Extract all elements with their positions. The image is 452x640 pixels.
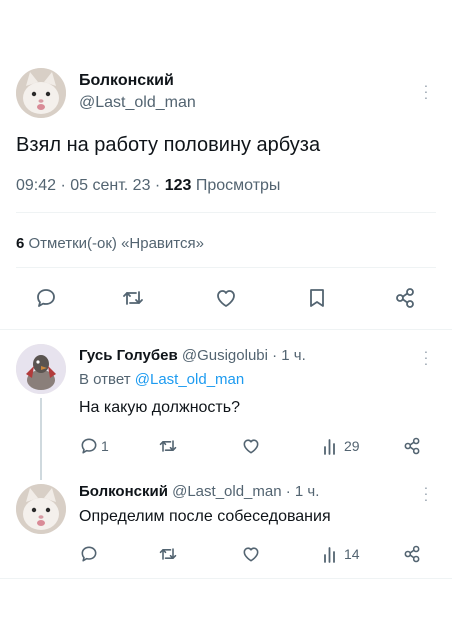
- tweet-meta: 09:42 · 05 сент. 23 · 123 Просмотры: [16, 177, 280, 195]
- share-button[interactable]: [402, 436, 422, 456]
- share-button[interactable]: [402, 544, 422, 564]
- heart-icon: [217, 290, 235, 307]
- like-button[interactable]: [241, 436, 261, 456]
- share-button[interactable]: [393, 286, 417, 310]
- reply-button[interactable]: [79, 544, 99, 564]
- reply-count: 1: [101, 438, 109, 454]
- more-options-icon[interactable]: · · ·: [421, 480, 431, 506]
- divider: [16, 212, 436, 213]
- reply-icon: [81, 438, 97, 454]
- views-count: 123: [164, 177, 192, 194]
- reply-author-name[interactable]: Болконский: [79, 483, 168, 500]
- author-avatar[interactable]: [16, 68, 66, 118]
- replying-to-prefix: В ответ: [79, 371, 135, 388]
- reply-timestamp[interactable]: · 1 ч.: [268, 347, 306, 364]
- tweet-text: Взял на работу половину арбуза: [16, 134, 321, 156]
- goose-avatar-icon: [16, 344, 66, 394]
- bookmark-button[interactable]: [305, 286, 329, 310]
- divider: [16, 267, 436, 268]
- views-chart-icon: [324, 547, 335, 563]
- reply-header: Гусь Голубев @Gusigolubi · 1 ч.: [79, 347, 306, 364]
- more-options-icon[interactable]: · · ·: [421, 344, 431, 370]
- retweet-icon: [123, 291, 143, 305]
- likes-label: Отметки(-ок) «Нравится»: [24, 235, 204, 252]
- replying-to-handle[interactable]: @Last_old_man: [135, 371, 244, 388]
- heart-icon: [243, 547, 259, 562]
- cat-avatar-icon: [16, 68, 66, 118]
- tweet-timestamp[interactable]: 09:42 · 05 сент. 23 ·: [16, 177, 165, 194]
- reply-author-name[interactable]: Гусь Голубев: [79, 347, 178, 364]
- author-handle[interactable]: @Last_old_man: [79, 94, 196, 112]
- retweet-icon: [159, 548, 177, 560]
- reply-timestamp[interactable]: · 1 ч.: [282, 483, 320, 500]
- reply-text: Определим после собеседования: [79, 508, 331, 525]
- cat-avatar-icon: [16, 484, 66, 534]
- likes-summary[interactable]: 6 Отметки(-ок) «Нравится»: [16, 235, 204, 252]
- replying-to: В ответ @Last_old_man: [79, 371, 244, 388]
- share-icon: [396, 288, 414, 308]
- reply-author-handle[interactable]: @Gusigolubi: [182, 347, 268, 364]
- views-count: 29: [344, 438, 360, 454]
- retweet-icon: [159, 440, 177, 452]
- retweet-button[interactable]: [158, 436, 178, 456]
- like-button[interactable]: [241, 544, 261, 564]
- views-count: 14: [344, 546, 360, 562]
- reply-author-avatar[interactable]: [16, 344, 66, 394]
- retweet-button[interactable]: [121, 286, 145, 310]
- reply-author-avatar[interactable]: [16, 484, 66, 534]
- reply-icon: [37, 289, 55, 307]
- reply-text: На какую должность?: [79, 399, 240, 416]
- views-label: Просмотры: [191, 177, 281, 194]
- retweet-button[interactable]: [158, 544, 178, 564]
- views-chart-icon: [324, 439, 335, 455]
- share-icon: [404, 545, 420, 563]
- author-name[interactable]: Болконский: [79, 72, 174, 90]
- views-button[interactable]: 14: [322, 544, 360, 564]
- bookmark-icon: [310, 289, 324, 307]
- heart-icon: [243, 439, 259, 454]
- reply-icon: [81, 546, 97, 562]
- thread-line: [40, 398, 42, 480]
- divider: [0, 329, 452, 330]
- reply-author-handle[interactable]: @Last_old_man: [172, 483, 281, 500]
- more-options-icon[interactable]: · · ·: [421, 78, 431, 104]
- share-icon: [404, 437, 420, 455]
- views-button[interactable]: 29: [322, 436, 360, 456]
- like-button[interactable]: [214, 286, 238, 310]
- reply-button[interactable]: 1: [79, 436, 109, 456]
- reply-header: Болконский @Last_old_man · 1 ч.: [79, 483, 319, 500]
- reply-button[interactable]: [34, 286, 58, 310]
- divider: [0, 578, 452, 579]
